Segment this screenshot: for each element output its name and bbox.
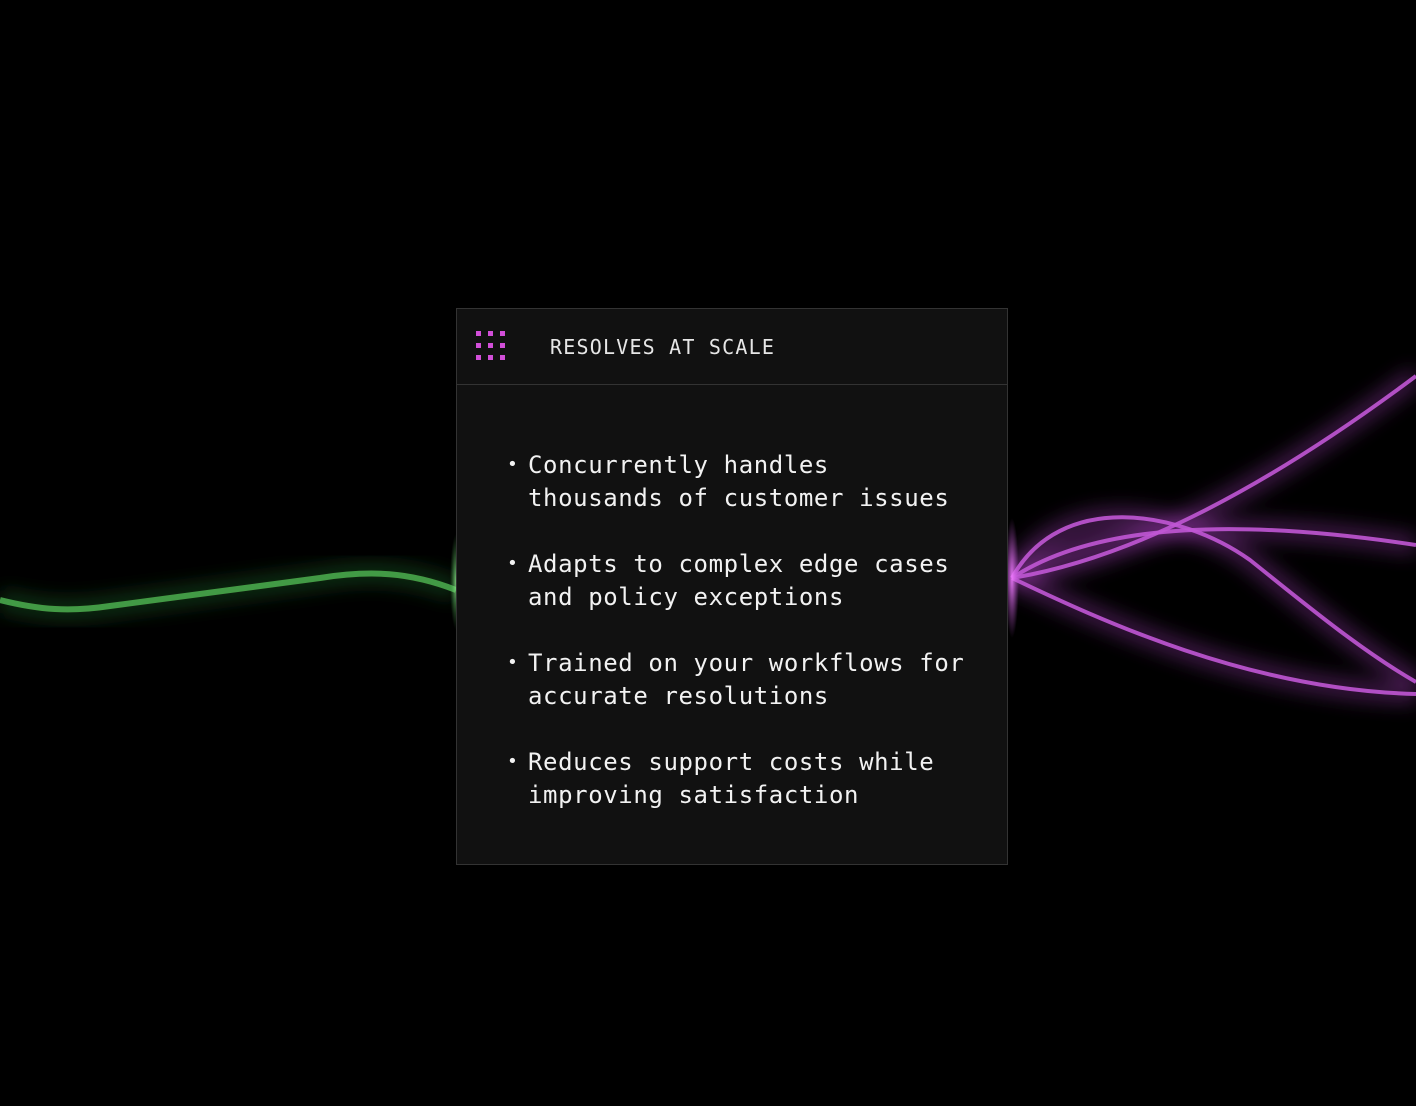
feature-text: thousands of customer issues: [528, 484, 950, 512]
feature-text: Concurrently handles: [528, 451, 829, 479]
card-title: RESOLVES AT SCALE: [550, 334, 776, 359]
grid-dot: [500, 331, 505, 336]
grid-dot: [476, 331, 481, 336]
grid-dot: [500, 343, 505, 348]
grid-dot: [500, 355, 505, 360]
input-wire: [0, 534, 462, 630]
feature-item: • Adapts to complex edge cases and polic…: [507, 548, 987, 614]
bullet: •: [507, 553, 519, 574]
feature-text: Adapts to complex edge cases: [528, 550, 950, 578]
feature-text: accurate resolutions: [528, 682, 829, 710]
feature-list: • Concurrently handles thousands of cust…: [507, 449, 987, 812]
bullet: •: [507, 652, 519, 673]
output-wires: [1004, 369, 1416, 702]
grid-dots-icon: [476, 331, 505, 360]
feature-item: • Reduces support costs while improving …: [507, 746, 987, 812]
feature-item: • Trained on your workflows for accurate…: [507, 647, 987, 713]
feature-text: Trained on your workflows for: [528, 649, 965, 677]
bullet: •: [507, 454, 519, 475]
feature-card: RESOLVES AT SCALE • Concurrently handles…: [456, 308, 1008, 865]
card-header: RESOLVES AT SCALE: [457, 309, 1007, 385]
bullet: •: [507, 751, 519, 772]
card-body: • Concurrently handles thousands of cust…: [457, 385, 1007, 812]
feature-item: • Concurrently handles thousands of cust…: [507, 449, 987, 515]
grid-dot: [476, 355, 481, 360]
page-canvas: RESOLVES AT SCALE • Concurrently handles…: [0, 0, 1416, 1106]
feature-text: and policy exceptions: [528, 583, 845, 611]
grid-dot: [488, 355, 493, 360]
grid-dot: [488, 343, 493, 348]
grid-dot: [488, 331, 493, 336]
feature-text: improving satisfaction: [528, 781, 860, 809]
grid-dot: [476, 343, 481, 348]
feature-text: Reduces support costs while: [528, 748, 935, 776]
